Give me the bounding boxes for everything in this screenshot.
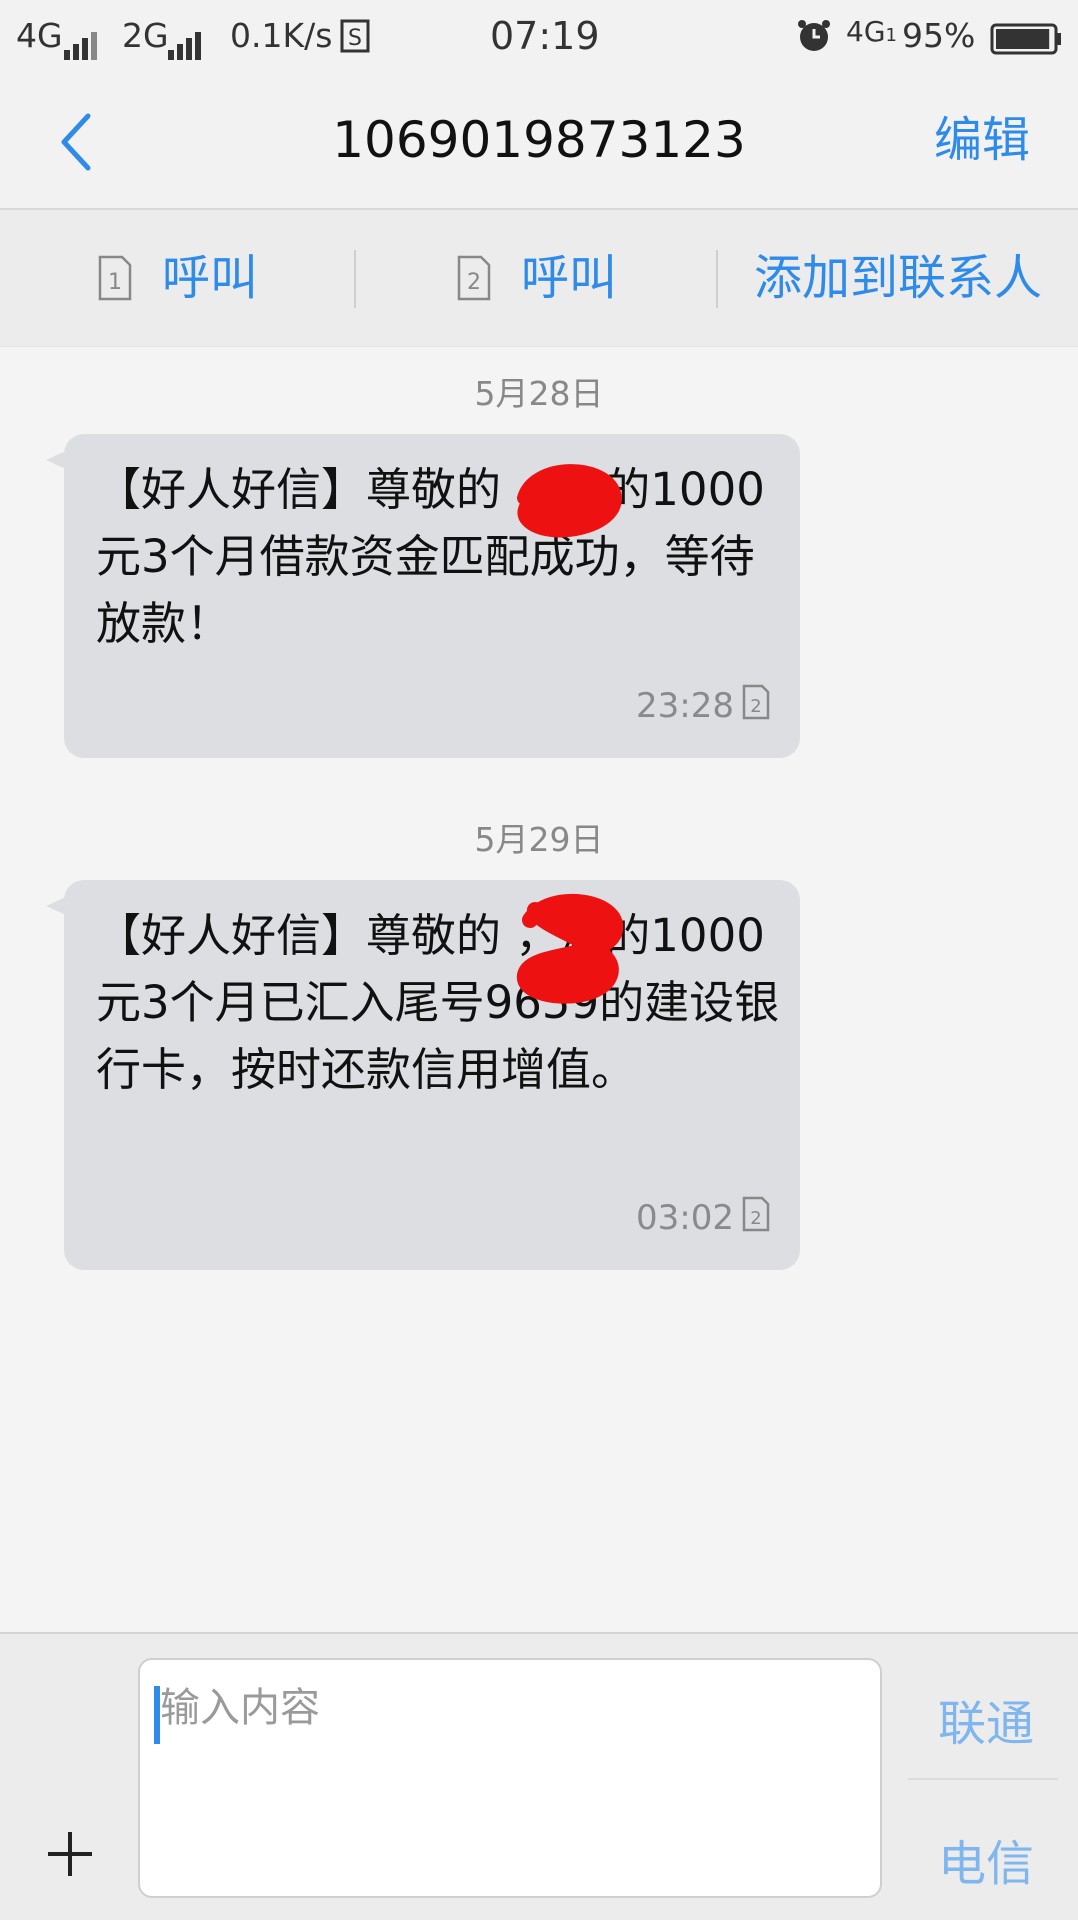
divider <box>908 1778 1058 1780</box>
send-via-unicom-button[interactable]: 联通 <box>938 1690 1034 1758</box>
message-text: 【好人好信】尊敬的 ，您的1000元3个月已汇入尾号9659的建设银行卡，按时还… <box>96 909 780 1096</box>
network-4g-label: 4G <box>16 16 63 55</box>
sim-card-icon: 2 <box>457 255 491 301</box>
call-sim1-button[interactable]: 1 呼叫 <box>0 210 356 346</box>
plus-icon <box>48 1832 92 1876</box>
page-title: 1069019873123 <box>332 111 746 169</box>
redaction-scribble <box>514 458 624 552</box>
svg-text:1: 1 <box>108 270 122 295</box>
call-sim2-button[interactable]: 2 呼叫 <box>356 210 718 346</box>
svg-text:S: S <box>348 26 362 51</box>
message-time: 03:02 <box>636 1198 734 1238</box>
send-via-telecom-button[interactable]: 电信 <box>938 1830 1034 1898</box>
storage-icon: S <box>340 18 370 66</box>
input-placeholder: 输入内容 <box>160 1685 320 1731</box>
message-text: 【好人好信】尊敬的 ，您的1000元3个月借款资金匹配成功，等待放款！ <box>96 463 765 650</box>
svg-text:2: 2 <box>467 270 481 295</box>
edit-button[interactable]: 编辑 <box>934 106 1030 174</box>
sim-card-icon: 2 <box>742 684 770 720</box>
network-speed: 0.1K/s <box>230 16 333 55</box>
conversation-header: 1069019873123 编辑 <box>0 72 1078 210</box>
date-separator: 5月28日 <box>474 374 604 413</box>
add-to-contacts-button[interactable]: 添加到联系人 <box>718 210 1078 346</box>
message-time: 23:28 <box>636 686 734 726</box>
message-composer: 输入内容 联通 电信 <box>0 1632 1078 1920</box>
clock: 07:19 <box>490 14 600 58</box>
date-separator: 5月29日 <box>474 820 604 859</box>
add-contact-label: 添加到联系人 <box>753 250 1042 306</box>
sim-card-icon: 2 <box>742 1196 770 1232</box>
battery-percent: 95% <box>902 16 976 55</box>
text-cursor <box>154 1686 160 1744</box>
action-row: 1 呼叫 2 呼叫 添加到联系人 <box>0 210 1078 347</box>
call-label: 呼叫 <box>161 250 258 306</box>
sim-card-icon: 1 <box>98 255 132 301</box>
add-attachment-button[interactable] <box>40 1824 100 1884</box>
message-bubble[interactable]: 【好人好信】尊敬的 ，您的1000元3个月借款资金匹配成功，等待放款！ 23:2… <box>46 434 800 758</box>
signal-icon <box>168 10 204 60</box>
svg-text:2: 2 <box>750 696 761 717</box>
message-input[interactable]: 输入内容 <box>138 1658 882 1898</box>
network-4g-label: 4G1 <box>846 15 897 48</box>
network-2g-label: 2G <box>122 16 169 55</box>
message-bubble[interactable]: 【好人好信】尊敬的 ，您的1000元3个月已汇入尾号9659的建设银行卡，按时还… <box>46 880 800 1270</box>
alarm-icon <box>796 18 832 67</box>
call-label: 呼叫 <box>520 250 617 306</box>
redaction-scribble <box>510 890 630 1014</box>
status-bar: 4G 2G 0.1K/s S 07:19 4G1 95% <box>0 0 1078 72</box>
svg-text:2: 2 <box>750 1208 761 1229</box>
battery-icon <box>990 20 1062 68</box>
signal-icon <box>64 10 100 60</box>
